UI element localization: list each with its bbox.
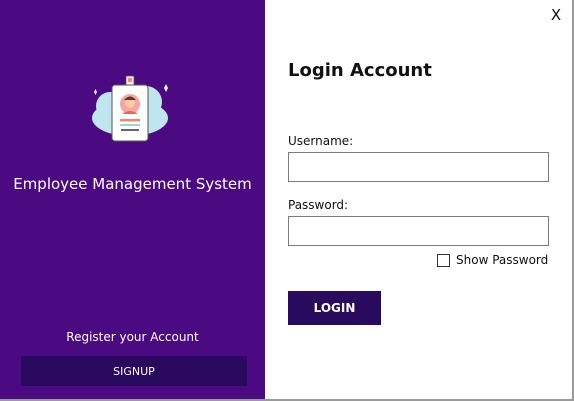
username-label: Username: (288, 134, 354, 148)
password-label: Password: (288, 198, 349, 212)
login-window: Employee Management System Register your… (0, 0, 574, 401)
login-button[interactable]: LOGIN (288, 291, 381, 325)
show-password-checkbox[interactable] (437, 253, 450, 267)
password-input[interactable] (288, 216, 549, 246)
show-password-toggle[interactable]: Show Password (437, 253, 548, 267)
register-prompt: Register your Account (66, 330, 199, 344)
branding-panel: Employee Management System Register your… (0, 0, 265, 399)
form-title: Login Account (288, 60, 432, 81)
close-button[interactable]: X (548, 6, 564, 24)
employee-id-badge-icon (92, 75, 168, 142)
username-input[interactable] (288, 152, 549, 182)
signup-button[interactable]: SIGNUP (21, 356, 247, 386)
show-password-label: Show Password (456, 253, 549, 267)
app-title: Employee Management System (13, 175, 252, 193)
